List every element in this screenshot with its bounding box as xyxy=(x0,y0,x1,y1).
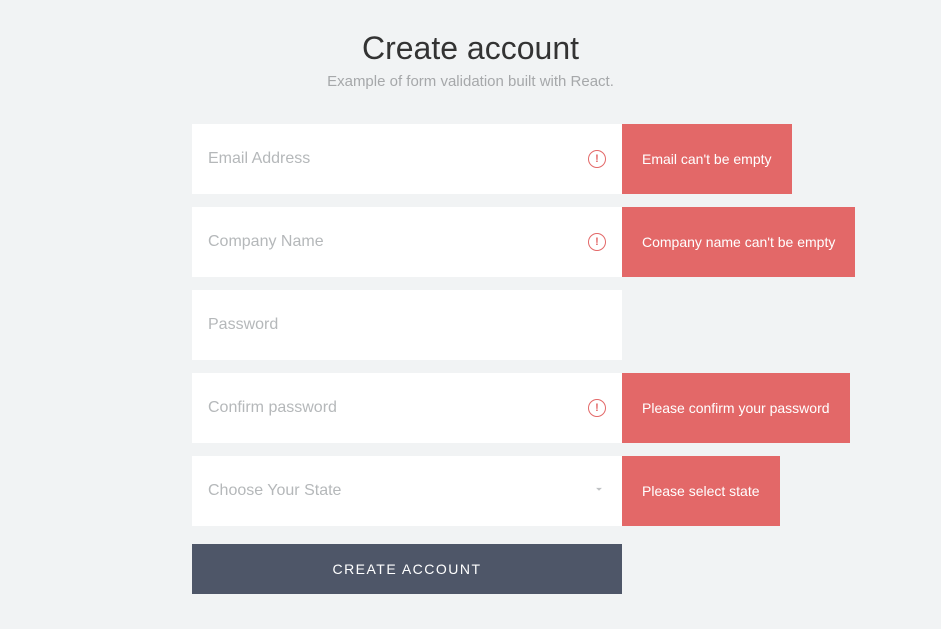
chevron-down-icon xyxy=(592,482,606,501)
error-icon: ! xyxy=(588,150,606,168)
error-icon: ! xyxy=(588,233,606,251)
page-title: Create account xyxy=(0,30,941,67)
password-field[interactable] xyxy=(208,316,606,334)
email-error: Email can't be empty xyxy=(622,124,792,194)
signup-form: ! Email can't be empty ! Company name ca… xyxy=(192,124,622,594)
company-field[interactable] xyxy=(208,233,580,251)
state-error: Please select state xyxy=(622,456,780,526)
state-select[interactable]: Choose Your State xyxy=(192,456,622,526)
email-field[interactable] xyxy=(208,150,580,168)
confirm-error: Please confirm your password xyxy=(622,373,850,443)
error-icon: ! xyxy=(588,399,606,417)
page-subtitle: Example of form validation built with Re… xyxy=(0,73,941,90)
create-account-button[interactable]: CREATE ACCOUNT xyxy=(192,544,622,594)
company-error: Company name can't be empty xyxy=(622,207,855,277)
state-placeholder: Choose Your State xyxy=(208,482,592,500)
confirm-password-field[interactable] xyxy=(208,399,580,417)
